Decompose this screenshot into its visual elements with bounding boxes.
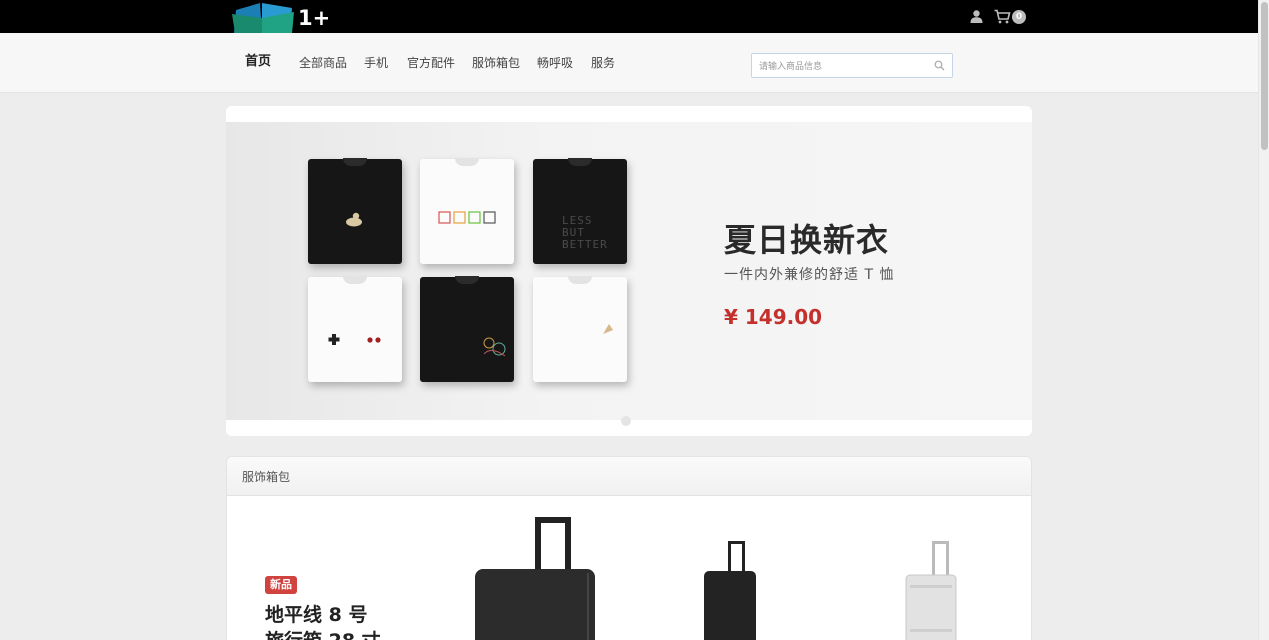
hero-banner[interactable]: LESS BUT BETTER 夏日换新衣 一件内外兼修的舒适 T 恤 ¥ 14… (226, 106, 1032, 436)
duck-icon (346, 212, 362, 227)
scroll-thumb[interactable] (1261, 2, 1268, 150)
nav-item-phones[interactable]: 手机 (364, 55, 388, 71)
tshirt-image: LESS BUT BETTER (533, 158, 627, 264)
nav-item-home[interactable]: 首页 (245, 54, 271, 70)
tshirt-image (308, 276, 402, 382)
nav-item-service[interactable]: 服务 (591, 55, 615, 71)
banner-subtitle: 一件内外兼修的舒适 T 恤 (724, 267, 895, 283)
gamepad-icon (328, 334, 381, 345)
section-header: 服饰箱包 (227, 457, 1031, 496)
tshirt-image (533, 276, 627, 382)
product-name-line2: 旅行箱 28 寸 (265, 628, 381, 640)
product-name-line1: 地平线 8 号 (265, 604, 368, 626)
nav-item-all-products[interactable]: 全部商品 (299, 55, 347, 71)
nav-item-accessories[interactable]: 官方配件 (407, 55, 455, 71)
product-name[interactable]: 地平线 8 号 旅行箱 28 寸 (265, 602, 381, 640)
category-section: 服饰箱包 新品 地平线 8 号 旅行箱 28 寸 (226, 456, 1032, 640)
cart-button[interactable]: 0 (994, 8, 1026, 25)
graffiti-icon (483, 337, 506, 357)
banner-title: 夏日换新衣 (724, 221, 890, 259)
cart-count-badge: 0 (1012, 9, 1026, 24)
tshirt-image (420, 276, 514, 382)
search-icon[interactable] (934, 60, 945, 71)
new-badge: 新品 (265, 576, 297, 594)
top-bar: 1+ 0 (0, 0, 1258, 33)
cart-icon (994, 9, 1011, 24)
logo-text: 1+ (298, 6, 331, 30)
user-icon[interactable] (969, 9, 984, 24)
shirt-print-text: LESS BUT BETTER (562, 214, 608, 251)
luggage-image[interactable] (902, 541, 960, 640)
carousel-dot[interactable] (621, 416, 631, 426)
banner-image: LESS BUT BETTER (226, 122, 1032, 420)
pocket-icon (603, 324, 613, 334)
search-input[interactable] (752, 55, 922, 79)
banner-price: ¥ 149.00 (724, 305, 823, 329)
main-nav: 首页 全部商品 手机 官方配件 服饰箱包 畅呼吸 服务 (0, 33, 1258, 93)
tshirt-image (308, 158, 402, 264)
luggage-image[interactable] (473, 517, 598, 640)
tshirt-image (420, 158, 514, 264)
scrollbar[interactable] (1258, 0, 1269, 640)
pixel-boxes-icon (438, 211, 496, 224)
nav-item-apparel-bags[interactable]: 服饰箱包 (472, 55, 520, 71)
luggage-image[interactable] (702, 541, 758, 640)
nav-item-breathe[interactable]: 畅呼吸 (537, 55, 573, 71)
section-title: 服饰箱包 (242, 470, 291, 484)
search-box (751, 53, 953, 79)
